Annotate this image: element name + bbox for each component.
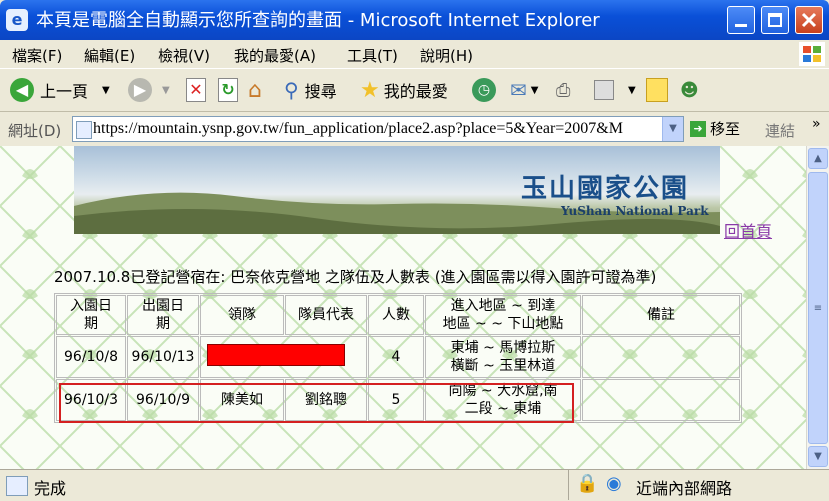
header-leader: 領隊 [200,295,284,335]
go-button[interactable]: ➜ 移至 [690,118,740,139]
menu-favorites[interactable]: 我的最愛(A) [234,45,316,66]
go-arrow-icon: ➜ [690,120,706,137]
address-url: https://mountain.ysnp.gov.tw/fun_applica… [93,120,623,137]
highlight-box [59,383,574,423]
minimize-icon [735,24,747,27]
windows-logo-icon [799,42,825,66]
park-name: 玉山國家公園 [521,174,690,204]
vertical-scrollbar[interactable]: ▲ ≡ ▼ [806,146,829,469]
notes-button[interactable] [646,70,668,110]
address-dropdown[interactable]: ▼ [662,117,683,141]
cell-redacted [200,336,367,378]
table-row: 96/10/8 96/10/13 4 東埔 ~ 馬博拉斯 橫斷 ~ 玉里林道 [56,336,740,378]
menu-help[interactable]: 說明(H) [420,45,473,66]
address-bar: 網址(D) https://mountain.ysnp.gov.tw/fun_a… [0,112,829,146]
print-button[interactable]: ⎙ [556,70,570,110]
stop-button[interactable]: ✕ [186,70,206,110]
status-text: 完成 [34,479,67,498]
search-button[interactable]: ⚲ 搜尋 [284,70,337,110]
window-title: 本頁是電腦全自動顯示您所查詢的畫面 - Microsoft Internet E… [36,10,600,31]
back-label: 上一頁 [40,82,89,101]
park-name-en: YuShan National Park [561,204,709,218]
links-label[interactable]: 連結 [765,120,795,141]
chevron-down-icon: ▼ [628,84,636,96]
title-bar: e 本頁是電腦全自動顯示您所查詢的畫面 - Microsoft Internet… [0,0,829,40]
menu-tools[interactable]: 工具(T) [347,45,398,66]
page-caption: 2007.10.8已登記營宿在: 巴奈依克營地 之隊伍及人數表 (進入園區需以得… [54,268,657,286]
header-entry-date: 入園日 期 [56,295,126,335]
cell-count: 4 [368,336,424,378]
address-label: 網址(D) [8,122,62,140]
messenger-icon: ☻ [680,79,699,101]
redaction-box [207,343,345,366]
cell-route: 東埔 ~ 馬博拉斯 橫斷 ~ 玉里林道 [425,336,581,378]
home-icon: ⌂ [248,77,262,103]
page-icon [76,121,92,139]
park-banner: 玉山國家公園 YuShan National Park [74,146,720,234]
scroll-up-button[interactable]: ▲ [808,148,828,169]
mail-icon: ✉ [510,78,527,102]
edit-button[interactable]: ▼ [594,70,636,110]
search-label: 搜尋 [304,82,337,101]
header-member-rep: 隊員代表 [285,295,367,335]
maximize-icon [768,13,782,27]
forward-arrow-icon: ▶ [128,78,152,102]
printer-icon: ⎙ [556,79,571,101]
back-arrow-icon: ◀ [10,78,34,102]
header-route: 進入地區 ~ 到達 地區 ~ ~ 下山地點 [425,295,581,335]
messenger-button[interactable]: ☻ [680,70,699,110]
header-exit-date: 出園日 期 [127,295,199,335]
page-content: 玉山國家公園 YuShan National Park 回首頁 2007.10.… [0,146,806,469]
back-button[interactable]: ◀ 上一頁 ▼ [10,70,110,110]
menu-bar: 檔案(F) 編輯(E) 檢視(V) 我的最愛(A) 工具(T) 說明(H) [0,40,829,68]
home-link[interactable]: 回首頁 [724,218,772,242]
ie-icon: e [6,9,28,31]
favorites-label: 我的最愛 [383,82,448,101]
toolbar: ◀ 上一頁 ▼ ▶ ▼ ✕ ↻ ⌂ ⚲ 搜尋 ★ 我的最愛 ◷ ✉ ▼ ⎙ ▼ … [0,68,829,112]
close-icon [801,12,817,28]
favorites-button[interactable]: ★ 我的最愛 [360,70,448,110]
header-count: 人數 [368,295,424,335]
more-chevron[interactable]: » [812,116,821,132]
cell-notes [582,336,740,378]
search-icon: ⚲ [284,78,299,102]
history-button[interactable]: ◷ [472,70,496,110]
minimize-button[interactable] [727,6,755,34]
security-zone: 近端內部網路 [636,479,733,498]
history-icon: ◷ [472,78,496,102]
mail-button[interactable]: ✉ ▼ [510,70,538,110]
note-icon [646,78,668,102]
edit-icon [594,80,614,100]
star-icon: ★ [360,77,380,103]
menu-file[interactable]: 檔案(F) [12,45,62,66]
stop-icon: ✕ [186,78,206,102]
chevron-down-icon: ▼ [102,84,110,96]
forward-button[interactable]: ▶ ▼ [128,70,170,110]
refresh-icon: ↻ [218,78,238,102]
menu-view[interactable]: 檢視(V) [158,45,210,66]
scroll-down-button[interactable]: ▼ [808,446,828,467]
lock-icon: 🔒 [576,473,599,494]
table-header-row: 入園日 期 出園日 期 領隊 隊員代表 人數 進入地區 ~ 到達 地區 ~ ~ … [56,295,740,335]
go-label: 移至 [710,120,741,138]
maximize-button[interactable] [761,6,789,34]
intranet-icon: ◉ [606,473,622,494]
cell-exit-date: 96/10/13 [127,336,199,378]
menu-edit[interactable]: 編輯(E) [84,45,135,66]
refresh-button[interactable]: ↻ [218,70,238,110]
chevron-down-icon: ▼ [530,84,539,96]
scroll-thumb[interactable]: ≡ [808,172,828,444]
status-divider [568,470,569,500]
home-button[interactable]: ⌂ [248,70,262,110]
close-button[interactable] [795,6,823,34]
chevron-down-icon: ▼ [162,84,170,96]
cell-notes [582,379,740,421]
header-notes: 備註 [582,295,740,335]
page-done-icon [6,476,28,496]
address-input[interactable]: https://mountain.ysnp.gov.tw/fun_applica… [72,116,684,142]
cell-entry-date: 96/10/8 [56,336,126,378]
status-bar: 完成 🔒 ◉ 近端內部網路 [0,469,829,501]
